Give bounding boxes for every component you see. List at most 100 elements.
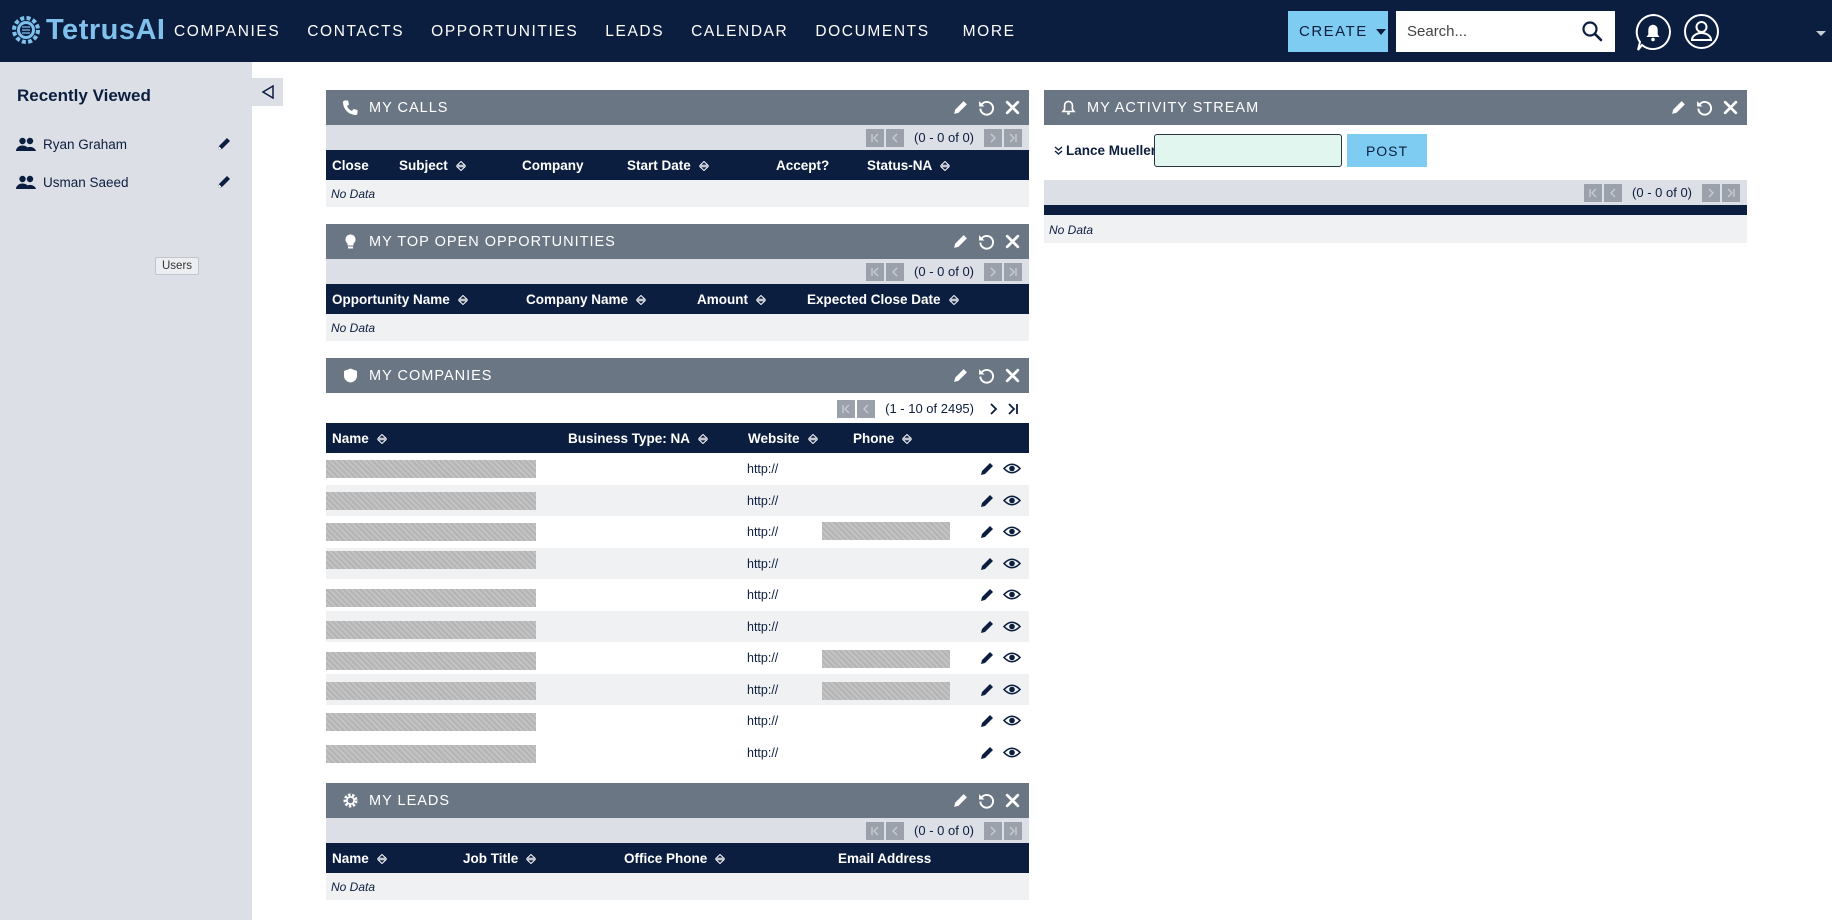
sidebar-collapse-button[interactable] [252,78,283,106]
website-link[interactable]: http:// [747,588,778,602]
app-logo[interactable]: TetrusAI [8,10,165,50]
next-page-button[interactable] [984,400,1002,418]
refresh-icon[interactable] [978,367,995,384]
table-row[interactable]: http:// [326,516,1029,548]
create-button[interactable]: CREATE [1288,11,1388,52]
eye-icon[interactable] [1003,557,1021,570]
table-row[interactable]: http:// [326,484,1029,516]
col-close[interactable]: Close [332,158,369,173]
col-website[interactable]: Website [748,431,818,446]
last-page-button[interactable] [1004,262,1022,281]
table-row[interactable]: http:// [326,547,1029,579]
edit-pencil-icon[interactable] [979,745,995,761]
user-profile-icon[interactable] [1683,13,1720,50]
website-link[interactable]: http:// [747,462,778,476]
col-lead-name[interactable]: Name [332,851,387,866]
edit-pencil-icon[interactable] [952,792,969,809]
col-phone[interactable]: Phone [853,431,913,446]
next-page-button[interactable] [984,821,1002,840]
nav-calendar[interactable]: CALENDAR [691,23,788,41]
refresh-icon[interactable] [978,792,995,809]
eye-icon[interactable] [1003,462,1021,475]
close-icon[interactable] [1004,233,1021,250]
next-page-button[interactable] [1702,183,1720,202]
col-email-address[interactable]: Email Address [838,851,931,866]
prev-page-button[interactable] [886,128,905,147]
website-link[interactable]: http:// [747,683,778,697]
edit-pencil-icon[interactable] [979,650,995,666]
edit-pencil-icon[interactable] [216,136,232,152]
post-button[interactable]: POST [1347,134,1427,167]
eye-icon[interactable] [1003,588,1021,601]
last-page-button[interactable] [1004,821,1022,840]
col-status[interactable]: Status-NA [867,158,951,173]
close-icon[interactable] [1722,99,1739,116]
col-opportunity-name[interactable]: Opportunity Name [332,292,468,307]
activity-user[interactable]: Lance Mueller [1053,143,1156,158]
edit-pencil-icon[interactable] [979,713,995,729]
eye-icon[interactable] [1003,525,1021,538]
recent-item-usman-saeed[interactable]: Usman Saeed [16,172,236,192]
last-page-button[interactable] [1722,183,1740,202]
nav-leads[interactable]: LEADS [605,23,664,41]
eye-icon[interactable] [1003,494,1021,507]
recent-item-ryan-graham[interactable]: Ryan Graham [16,134,236,154]
refresh-icon[interactable] [1696,99,1713,116]
eye-icon[interactable] [1003,714,1021,727]
nav-opportunities[interactable]: OPPORTUNITIES [431,23,578,41]
col-office-phone[interactable]: Office Phone [624,851,726,866]
table-row[interactable]: http:// [326,579,1029,611]
edit-pencil-icon[interactable] [979,682,995,698]
nav-documents[interactable]: DOCUMENTS [815,23,929,41]
nav-contacts[interactable]: CONTACTS [307,23,404,41]
first-page-button[interactable] [1584,183,1603,202]
website-link[interactable]: http:// [747,746,778,760]
last-page-button[interactable] [1004,128,1022,147]
col-accept[interactable]: Accept? [776,158,829,173]
table-row[interactable]: http:// [326,736,1029,768]
last-page-button[interactable] [1004,400,1022,418]
user-menu-caret-icon[interactable] [1816,31,1826,36]
eye-icon[interactable] [1003,683,1021,696]
website-link[interactable]: http:// [747,714,778,728]
edit-pencil-icon[interactable] [979,461,995,477]
search-input[interactable] [1396,11,1571,52]
refresh-icon[interactable] [978,233,995,250]
edit-pencil-icon[interactable] [1670,99,1687,116]
edit-pencil-icon[interactable] [216,174,232,190]
first-page-button[interactable] [866,821,885,840]
col-subject[interactable]: Subject [399,158,466,173]
edit-pencil-icon[interactable] [979,524,995,540]
first-page-button[interactable] [866,262,885,281]
website-link[interactable]: http:// [747,557,778,571]
next-page-button[interactable] [984,262,1002,281]
edit-pencil-icon[interactable] [952,233,969,250]
activity-post-input[interactable] [1154,134,1342,167]
prev-page-button[interactable] [886,262,905,281]
col-business-type[interactable]: Business Type: NA [568,431,709,446]
prev-page-button[interactable] [857,399,876,418]
edit-pencil-icon[interactable] [952,367,969,384]
notifications-bell-icon[interactable] [1634,13,1672,51]
col-company-name[interactable]: Company Name [526,292,647,307]
first-page-button[interactable] [837,399,856,418]
eye-icon[interactable] [1003,746,1021,759]
close-icon[interactable] [1004,792,1021,809]
col-expected-close-date[interactable]: Expected Close Date [807,292,959,307]
edit-pencil-icon[interactable] [979,619,995,635]
table-row[interactable]: http:// [326,673,1029,705]
close-icon[interactable] [1004,367,1021,384]
table-row[interactable]: http:// [326,453,1029,485]
table-row[interactable]: http:// [326,642,1029,674]
website-link[interactable]: http:// [747,651,778,665]
prev-page-button[interactable] [1604,183,1623,202]
col-start-date[interactable]: Start Date [627,158,709,173]
search-icon[interactable] [1581,20,1603,42]
prev-page-button[interactable] [886,821,905,840]
eye-icon[interactable] [1003,620,1021,633]
edit-pencil-icon[interactable] [952,99,969,116]
table-row[interactable]: http:// [326,610,1029,642]
col-company[interactable]: Company [522,158,584,173]
close-icon[interactable] [1004,99,1021,116]
col-job-title[interactable]: Job Title [463,851,537,866]
